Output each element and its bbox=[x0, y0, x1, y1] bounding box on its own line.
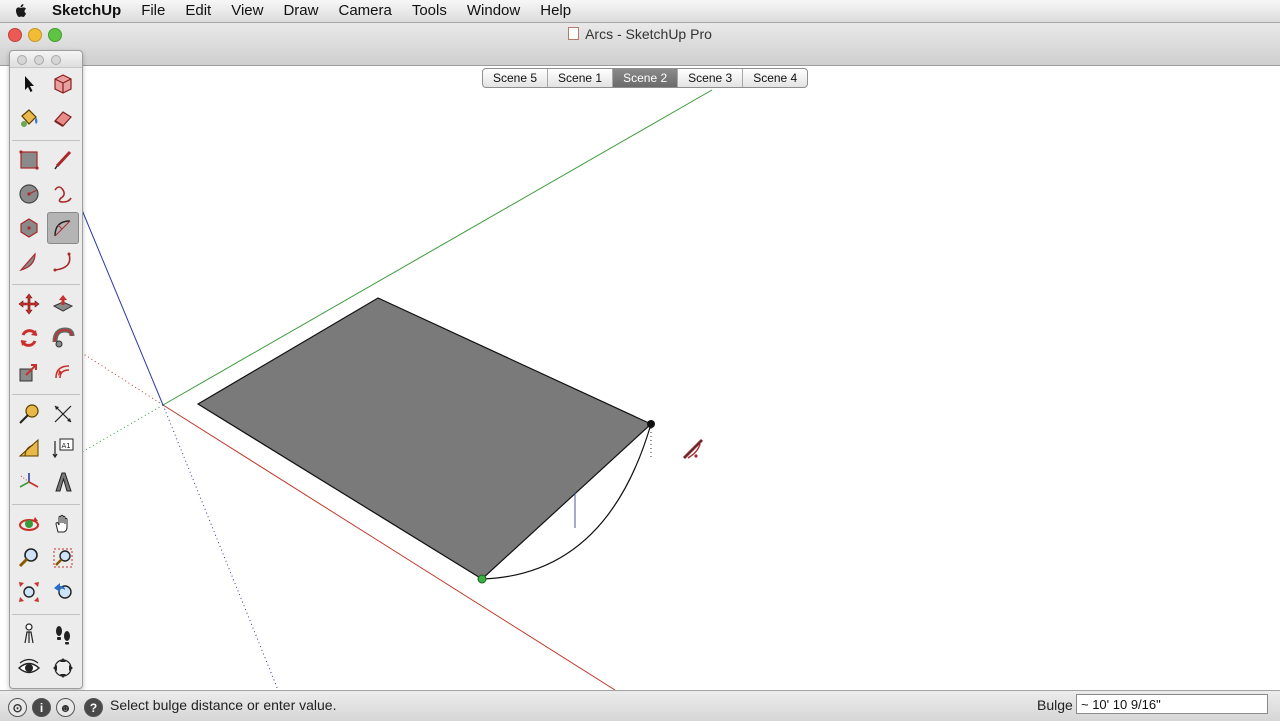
geolocation-icon[interactable]: ⊙ bbox=[8, 698, 27, 717]
svg-text:A1: A1 bbox=[62, 442, 71, 450]
arc-start-point bbox=[477, 574, 487, 584]
follow-me-icon[interactable] bbox=[47, 322, 79, 354]
menu-help[interactable]: Help bbox=[530, 0, 581, 22]
rectangle-icon[interactable] bbox=[13, 144, 45, 176]
menu-tools[interactable]: Tools bbox=[402, 0, 457, 22]
drawing-canvas[interactable] bbox=[0, 88, 1280, 690]
palette-separator bbox=[12, 504, 80, 505]
rotate-icon[interactable] bbox=[13, 322, 45, 354]
tab-scene-5[interactable]: Scene 5 bbox=[483, 69, 549, 87]
tab-scene-2[interactable]: Scene 2 bbox=[613, 69, 679, 87]
status-message: Select bulge distance or enter value. bbox=[110, 697, 337, 713]
palette-zoom-button[interactable] bbox=[51, 55, 61, 65]
scene-tabs: Scene 5 Scene 1 Scene 2 Scene 3 Scene 4 bbox=[482, 68, 809, 88]
axes-icon[interactable] bbox=[13, 466, 45, 498]
credits-icon[interactable]: i bbox=[32, 698, 51, 717]
menu-camera[interactable]: Camera bbox=[328, 0, 401, 22]
pan-icon[interactable] bbox=[47, 508, 79, 540]
previous-view-icon[interactable] bbox=[47, 576, 79, 608]
make-component-icon[interactable] bbox=[47, 68, 79, 100]
tab-scene-1[interactable]: Scene 1 bbox=[548, 69, 614, 87]
zoom-window-icon[interactable] bbox=[47, 542, 79, 574]
tab-scene-3[interactable]: Scene 3 bbox=[678, 69, 744, 87]
position-camera-icon[interactable] bbox=[13, 618, 45, 650]
zoom-icon[interactable] bbox=[13, 542, 45, 574]
tape-measure-icon[interactable] bbox=[13, 398, 45, 430]
protractor-icon[interactable] bbox=[13, 432, 45, 464]
green-axis-dotted bbox=[81, 404, 164, 453]
offset-icon[interactable] bbox=[47, 356, 79, 388]
tool-palette: A1 bbox=[9, 50, 83, 689]
pie-icon[interactable] bbox=[13, 246, 45, 278]
text-icon[interactable]: A1 bbox=[47, 432, 79, 464]
window-title: Arcs - SketchUp Pro bbox=[585, 26, 712, 42]
rectangle-face[interactable] bbox=[196, 297, 653, 580]
circle-icon[interactable] bbox=[13, 178, 45, 210]
orbit-icon[interactable] bbox=[13, 508, 45, 540]
measurement-input[interactable] bbox=[1076, 694, 1268, 714]
status-bar: ⊙ i ☻ ? Select bulge distance or enter v… bbox=[0, 690, 1280, 721]
scale-icon[interactable] bbox=[13, 356, 45, 388]
apple-icon[interactable] bbox=[0, 3, 42, 19]
palette-close-button[interactable] bbox=[17, 55, 27, 65]
menu-bar: SketchUp File Edit View Draw Camera Tool… bbox=[0, 0, 1280, 23]
arc-icon[interactable] bbox=[47, 212, 79, 244]
select-icon[interactable] bbox=[13, 68, 45, 100]
menu-view[interactable]: View bbox=[221, 0, 273, 22]
dimension-icon[interactable] bbox=[47, 398, 79, 430]
line-icon[interactable] bbox=[47, 144, 79, 176]
menu-app-sketchup[interactable]: SketchUp bbox=[42, 0, 131, 22]
palette-separator bbox=[12, 284, 80, 285]
arc-end-point bbox=[647, 420, 655, 428]
section-plane-icon[interactable] bbox=[47, 652, 79, 684]
tab-scene-4[interactable]: Scene 4 bbox=[743, 69, 807, 87]
palette-titlebar[interactable] bbox=[10, 51, 82, 68]
palette-separator bbox=[12, 614, 80, 615]
measurement-label: Bulge bbox=[1037, 697, 1073, 713]
blue-axis-dotted bbox=[162, 404, 279, 690]
window-title-container: Arcs - SketchUp Pro bbox=[0, 26, 1280, 42]
user-icon[interactable]: ☻ bbox=[56, 698, 75, 717]
palette-minimize-button[interactable] bbox=[34, 55, 44, 65]
zoom-extents-icon[interactable] bbox=[13, 576, 45, 608]
polygon-icon[interactable] bbox=[13, 212, 45, 244]
menu-edit[interactable]: Edit bbox=[175, 0, 221, 22]
push-pull-icon[interactable] bbox=[47, 288, 79, 320]
eraser-icon[interactable] bbox=[47, 102, 79, 134]
palette-separator bbox=[12, 140, 80, 141]
walk-icon[interactable] bbox=[47, 618, 79, 650]
look-around-icon[interactable] bbox=[13, 652, 45, 684]
paint-bucket-icon[interactable] bbox=[13, 102, 45, 134]
menu-file[interactable]: File bbox=[131, 0, 175, 22]
menu-draw[interactable]: Draw bbox=[273, 0, 328, 22]
window-titlebar: Arcs - SketchUp Pro bbox=[0, 23, 1280, 66]
blue-axis bbox=[81, 209, 164, 406]
three-point-arc-icon[interactable] bbox=[47, 246, 79, 278]
help-icon[interactable]: ? bbox=[84, 698, 103, 717]
freehand-icon[interactable] bbox=[47, 178, 79, 210]
move-icon[interactable] bbox=[13, 288, 45, 320]
menu-window[interactable]: Window bbox=[457, 0, 530, 22]
red-axis-dotted bbox=[81, 352, 164, 406]
document-icon bbox=[568, 27, 580, 40]
3d-text-icon[interactable] bbox=[47, 466, 79, 498]
palette-separator bbox=[12, 394, 80, 395]
arc-cursor-icon bbox=[682, 438, 704, 460]
